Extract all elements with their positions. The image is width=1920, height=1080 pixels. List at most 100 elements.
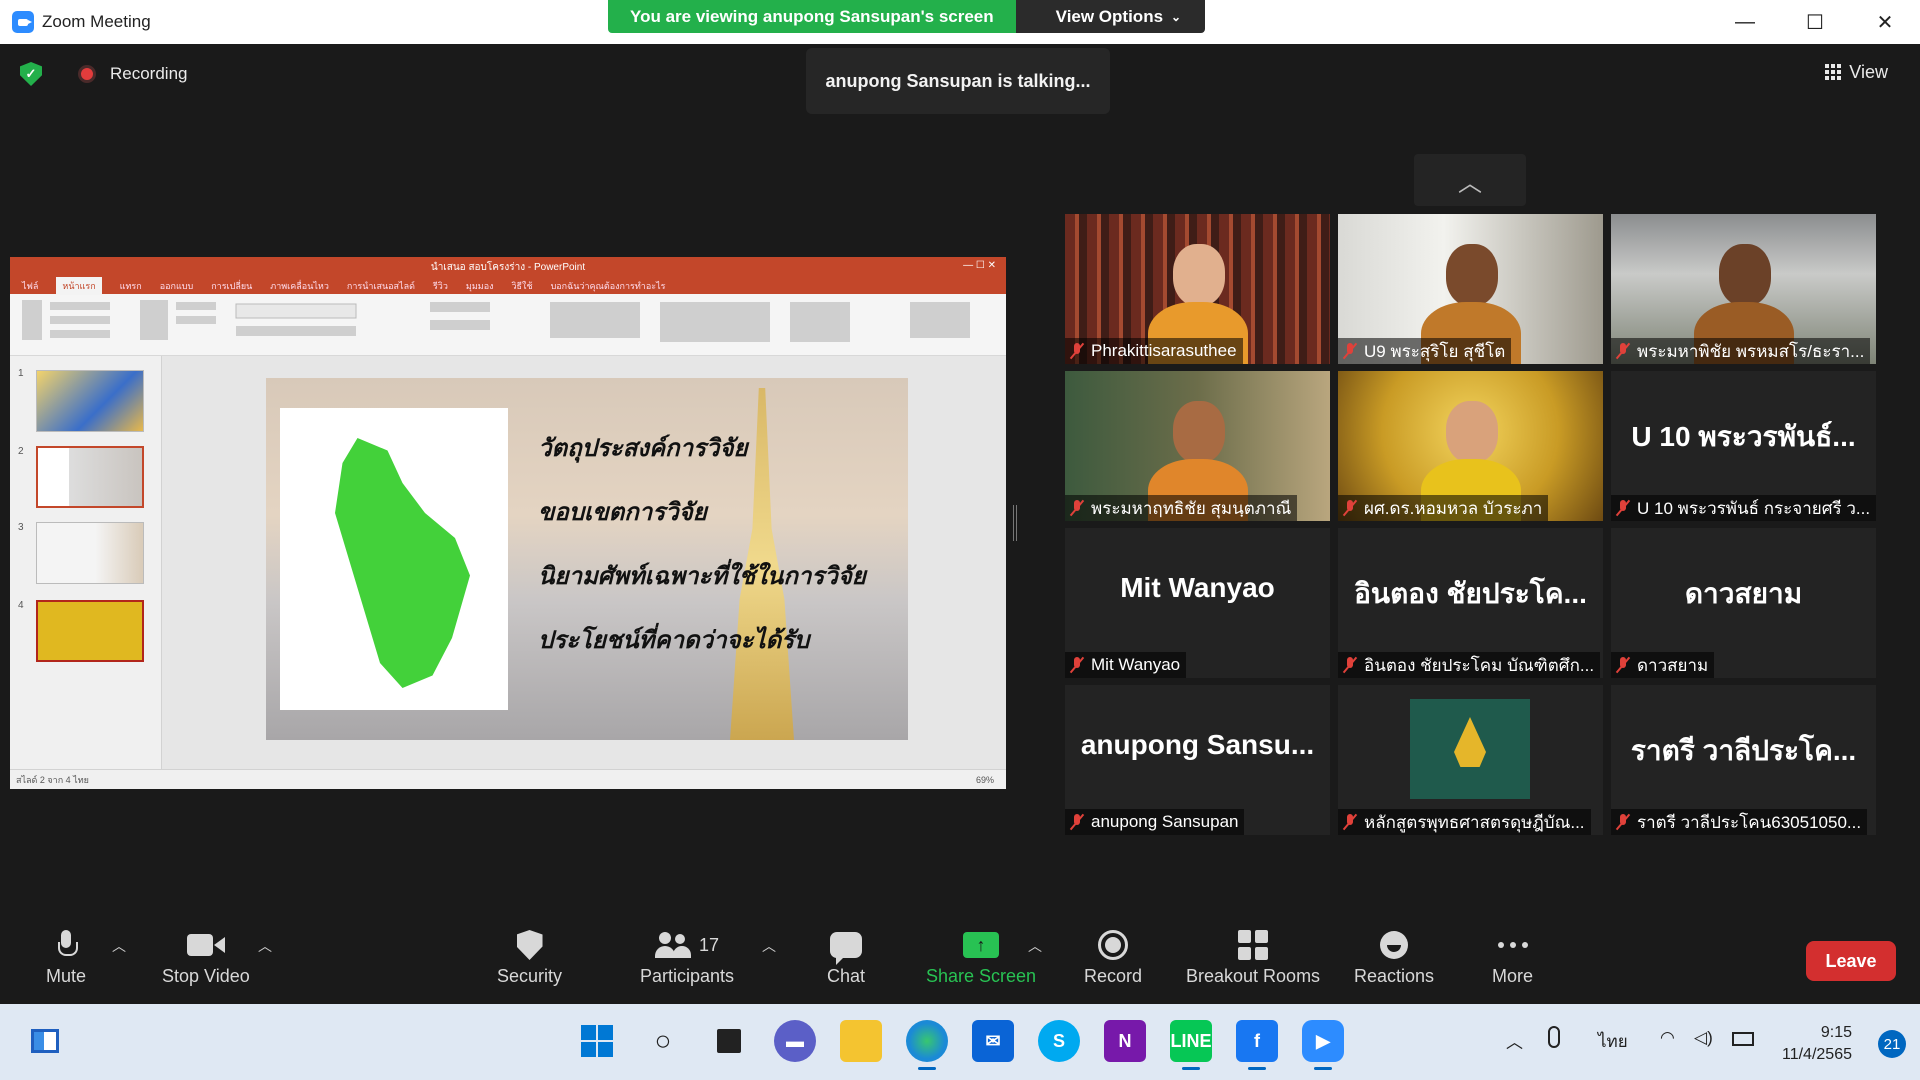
security-label: Security — [497, 966, 563, 986]
taskbar-clock[interactable]: 9:15 11/4/2565 — [1782, 1022, 1852, 1066]
mic-muted-icon — [1342, 499, 1358, 517]
stop-video-label: Stop Video — [162, 966, 250, 986]
maximize-button[interactable]: ☐ — [1780, 0, 1850, 44]
search-icon[interactable]: ○ — [642, 1020, 684, 1062]
wifi-icon[interactable]: ◠ — [1660, 1028, 1675, 1048]
encryption-shield-icon[interactable]: ✓ — [20, 62, 42, 86]
ppt-tab[interactable]: มุมมอง — [466, 279, 494, 293]
slide-line-benefits: ประโยชน์ที่คาดว่าจะได้รับ — [538, 625, 810, 654]
participant-display-name: ดาวสยาม — [1684, 578, 1803, 609]
participant-tile[interactable]: ผศ.ดร.หอมหวล บัวระภา — [1338, 371, 1603, 521]
ppt-tab[interactable]: รีวิว — [433, 279, 448, 293]
current-slide[interactable]: วัตถุประสงค์การวิจัย ขอบเขตการวิจัย นิยา… — [266, 378, 908, 740]
ppt-tab[interactable]: การเปลี่ยน — [211, 279, 252, 293]
more-button[interactable]: More — [1492, 924, 1533, 987]
breakout-rooms-button[interactable]: Breakout Rooms — [1186, 924, 1320, 987]
audio-options-caret-icon[interactable]: ︿ — [112, 936, 126, 956]
file-explorer-icon[interactable] — [840, 1020, 882, 1062]
meeting-status: ✓ Recording — [20, 62, 188, 86]
mail-icon[interactable]: ✉ — [972, 1020, 1014, 1062]
share-options-caret-icon[interactable]: ︿ — [1028, 936, 1042, 956]
participant-display-name: อินตอง ชัยประโค... — [1354, 578, 1587, 609]
ppt-tab[interactable]: ภาพเคลื่อนไหว — [270, 279, 329, 293]
teams-chat-icon[interactable]: ▬ — [774, 1020, 816, 1062]
mute-button[interactable]: Mute — [46, 924, 86, 987]
ppt-tab[interactable]: แทรก — [120, 279, 142, 293]
tray-microphone-icon[interactable] — [1548, 1026, 1560, 1048]
share-screen-button[interactable]: ↑ Share Screen — [926, 924, 1036, 987]
edge-browser-icon[interactable] — [906, 1020, 948, 1070]
ppt-tab[interactable]: การนำเสนอสไลด์ — [347, 279, 415, 293]
participant-name: อินตอง ชัยประโคม บัณฑิตศึก... — [1364, 655, 1595, 675]
participant-name: หลักสูตรพุทธศาสตรดุษฎีบัณ... — [1364, 812, 1585, 832]
participant-tile[interactable]: U 10 พระวรพันธ์... U 10 พระวรพันธ์ กระจา… — [1611, 371, 1876, 521]
slide-thumbnails: 1 2 3 4 — [10, 356, 162, 769]
chat-button[interactable]: Chat — [827, 924, 865, 987]
participant-tile[interactable]: ดาวสยาม ดาวสยาม — [1611, 528, 1876, 678]
province-map-shape — [335, 438, 470, 688]
participant-name: พระมหาพิชัย พรหมสโร/ธะรา... — [1637, 341, 1865, 361]
record-button[interactable]: Record — [1084, 924, 1142, 987]
slide-number: 4 — [18, 600, 24, 611]
slide-thumbnail-3[interactable] — [36, 522, 144, 584]
notification-count-badge[interactable]: 21 — [1878, 1030, 1906, 1058]
window-title: Zoom Meeting — [42, 12, 151, 31]
windows-start-icon[interactable] — [576, 1020, 618, 1062]
participant-tile[interactable]: หลักสูตรพุทธศาสตรดุษฎีบัณ... — [1338, 685, 1603, 835]
gallery-scroll-up-button[interactable]: ︿ — [1414, 154, 1526, 206]
participant-name-label: ดาวสยาม — [1611, 652, 1715, 678]
participants-options-caret-icon[interactable]: ︿ — [762, 936, 776, 956]
slide-thumbnail-1[interactable] — [36, 370, 144, 432]
slide-thumbnail-4[interactable] — [36, 600, 144, 662]
leave-button[interactable]: Leave — [1806, 941, 1896, 981]
ppt-tab-active[interactable]: หน้าแรก — [56, 276, 102, 295]
participant-tile[interactable]: U9 พระสุริโย สุชีโต — [1338, 214, 1603, 364]
recording-icon[interactable] — [78, 65, 96, 83]
task-view-icon[interactable] — [708, 1020, 750, 1062]
split-resize-handle[interactable] — [1013, 505, 1017, 541]
ppt-tab[interactable]: วิธีใช้ — [512, 279, 533, 293]
input-language-indicator[interactable]: ไทย — [1598, 1028, 1628, 1055]
participant-tile[interactable]: อินตอง ชัยประโค... อินตอง ชัยประโคม บัณฑ… — [1338, 528, 1603, 678]
ppt-tab[interactable]: ไฟล์ — [22, 279, 38, 293]
share-banner: You are viewing anupong Sansupan's scree… — [608, 0, 1206, 33]
clock-time: 9:15 — [1820, 1024, 1852, 1041]
close-window-button[interactable]: ✕ — [1850, 0, 1920, 44]
view-button[interactable]: View — [1819, 58, 1894, 86]
battery-icon[interactable] — [1732, 1032, 1754, 1046]
participant-name-label: หลักสูตรพุทธศาสตรดุษฎีบัณ... — [1338, 809, 1591, 835]
onenote-icon[interactable]: N — [1104, 1020, 1146, 1062]
zoom-taskbar-icon[interactable]: ▶ — [1302, 1020, 1344, 1070]
participant-tile[interactable]: ราตรี วาลีประโค... ราตรี วาลีประโคน63051… — [1611, 685, 1876, 835]
ppt-tab[interactable]: ออกแบบ — [160, 279, 194, 293]
stop-video-button[interactable]: Stop Video — [162, 924, 250, 987]
ppt-tell-me[interactable]: บอกฉันว่าคุณต้องการทำอะไร — [551, 279, 666, 293]
security-shield-icon — [516, 930, 543, 960]
skype-icon[interactable]: S — [1038, 1020, 1080, 1062]
participant-tile[interactable]: พระมหาพิชัย พรหมสโร/ธะรา... — [1611, 214, 1876, 364]
participants-button[interactable]: 17 Participants — [640, 924, 734, 987]
reactions-button[interactable]: Reactions — [1354, 924, 1434, 987]
speaker-icon[interactable]: ◁) — [1694, 1028, 1713, 1048]
video-options-caret-icon[interactable]: ︿ — [258, 936, 272, 956]
clock-date: 11/4/2565 — [1782, 1046, 1852, 1063]
mic-muted-icon — [1342, 342, 1358, 360]
view-options-button[interactable]: View Options ⌄ — [1015, 0, 1206, 33]
facebook-icon[interactable]: f — [1236, 1020, 1278, 1070]
ppt-workspace: 1 2 3 4 วัตถุประสงค์การวิจัย ขอบเขตการวิ… — [10, 356, 1006, 769]
security-button[interactable]: Security — [497, 924, 562, 987]
shared-screen[interactable]: นำเสนอ สอบโครงร่าง - PowerPoint — ☐ ✕ ไฟ… — [10, 257, 1006, 789]
minimize-button[interactable]: — — [1710, 0, 1780, 44]
participant-tile[interactable]: พระมหาฤทธิชัย สุมนฺตภาณี — [1065, 371, 1330, 521]
line-app-icon[interactable]: LINE — [1170, 1020, 1212, 1070]
participant-tile[interactable]: anupong Sansu... anupong Sansupan — [1065, 685, 1330, 835]
mic-muted-icon — [1069, 342, 1085, 360]
participant-name: พระมหาฤทธิชัย สุมนฺตภาณี — [1091, 498, 1292, 518]
tray-overflow-chevron-icon[interactable]: ︿ — [1506, 1028, 1523, 1053]
widgets-icon[interactable] — [24, 1020, 66, 1062]
slide-thumbnail-2-selected[interactable] — [36, 446, 144, 508]
participant-tile[interactable]: Phrakittisarasuthee — [1065, 214, 1330, 364]
mic-muted-icon — [1342, 813, 1358, 831]
mic-muted-icon — [1069, 656, 1085, 674]
participant-tile[interactable]: Mit Wanyao Mit Wanyao — [1065, 528, 1330, 678]
